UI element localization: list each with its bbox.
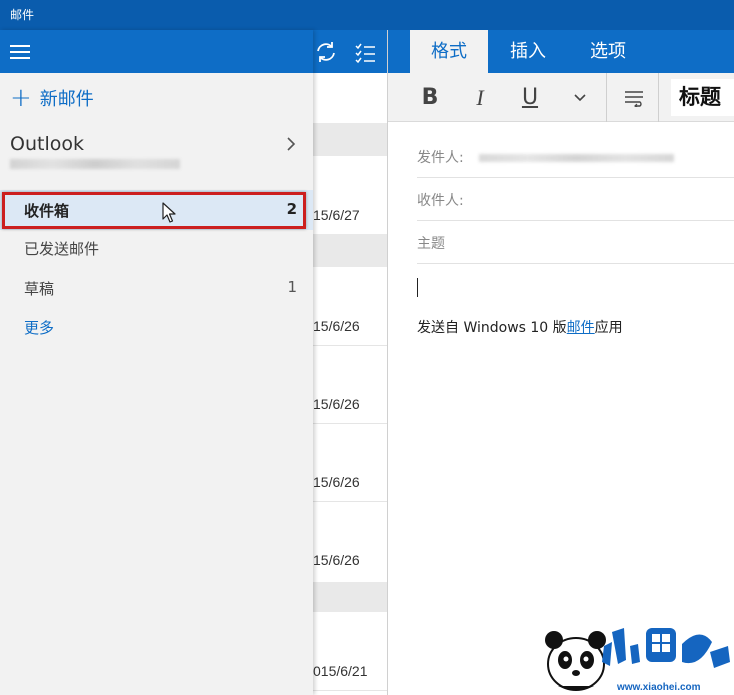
list-group-header <box>313 123 387 156</box>
underline-button[interactable]: U <box>510 73 550 122</box>
hamburger-menu-icon[interactable] <box>8 41 34 63</box>
message-list-toolbar <box>313 30 387 73</box>
tab-insert[interactable]: 插入 <box>488 30 568 73</box>
folder-sent[interactable]: 已发送邮件 <box>0 228 313 268</box>
from-label: 发件人: <box>417 150 464 166</box>
toolbar-divider <box>658 73 659 122</box>
message-date[interactable]: 15/6/26 <box>313 318 360 334</box>
unread-count: 1 <box>287 278 297 296</box>
message-date[interactable]: 15/6/26 <box>313 474 360 490</box>
to-label: 收件人: <box>417 193 464 209</box>
to-input[interactable] <box>477 186 727 212</box>
compose-pane: 格式 插入 选项 B I U 标题 发件人: 收件人: 主题 发送自 Windo… <box>387 30 734 695</box>
from-address-redacted <box>479 154 674 162</box>
chevron-down-icon[interactable] <box>562 73 598 122</box>
format-toolbar: B I U 标题 <box>388 73 734 122</box>
to-field[interactable]: 收件人: <box>417 178 734 221</box>
message-date[interactable]: 15/6/27 <box>313 207 360 223</box>
nav-header <box>0 30 313 73</box>
folder-label: 收件箱 <box>24 202 70 220</box>
text-caret <box>417 278 418 297</box>
ribbon-tabs: 格式 插入 选项 <box>388 30 734 73</box>
subject-field[interactable]: 主题 <box>417 221 734 264</box>
list-group-header <box>313 234 387 267</box>
paragraph-format-icon[interactable] <box>614 73 654 122</box>
select-mode-icon[interactable] <box>353 39 379 65</box>
unread-count: 2 <box>286 200 297 218</box>
toolbar-divider <box>606 73 607 122</box>
sync-icon[interactable] <box>313 39 339 65</box>
signature-text: 发送自 Windows 10 版 <box>417 320 567 336</box>
signature: 发送自 Windows 10 版邮件应用 <box>417 317 623 337</box>
message-date[interactable]: 15/6/26 <box>313 396 360 412</box>
more-folders-link[interactable]: 更多 <box>24 317 54 338</box>
paragraph-style-selector[interactable]: 标题 <box>671 79 734 116</box>
list-group-header <box>313 582 387 612</box>
bold-button[interactable]: B <box>410 73 450 122</box>
list-divider <box>313 690 387 691</box>
watermark-logo: www.xiaohei.com <box>540 622 734 695</box>
tab-options[interactable]: 选项 <box>568 30 648 73</box>
italic-button[interactable]: I <box>460 73 500 122</box>
folder-label: 草稿 <box>24 280 55 298</box>
new-mail-label: 新邮件 <box>39 89 94 110</box>
list-divider <box>313 501 387 502</box>
from-field[interactable]: 发件人: <box>417 135 734 178</box>
message-date[interactable]: 15/6/26 <box>313 552 360 568</box>
signature-link[interactable]: 邮件 <box>567 320 595 336</box>
mouse-pointer-icon <box>162 202 176 223</box>
list-divider <box>313 423 387 424</box>
watermark-url: www.xiaohei.com <box>616 682 701 693</box>
plus-icon: + <box>10 83 32 113</box>
message-date[interactable]: 015/6/21 <box>313 663 368 679</box>
subject-placeholder: 主题 <box>417 236 445 252</box>
folder-inbox[interactable]: 收件箱 2 <box>0 190 313 230</box>
account-name[interactable]: Outlook <box>10 133 84 155</box>
tab-format[interactable]: 格式 <box>410 30 488 73</box>
folder-drafts[interactable]: 草稿 1 <box>0 268 313 308</box>
new-mail-button[interactable]: + 新邮件 <box>10 85 94 111</box>
navigation-pane: + 新邮件 Outlook 收件箱 2 已发送邮件 草稿 1 更多 <box>0 30 313 695</box>
message-list-pane: 15/6/27 15/6/26 15/6/26 15/6/26 15/6/26 … <box>313 30 387 695</box>
window-title: 邮件 <box>0 0 734 30</box>
list-divider <box>313 345 387 346</box>
folder-label: 已发送邮件 <box>24 240 100 258</box>
signature-suffix: 应用 <box>594 320 623 336</box>
chevron-right-icon[interactable] <box>285 136 297 157</box>
account-email-redacted <box>10 159 180 169</box>
